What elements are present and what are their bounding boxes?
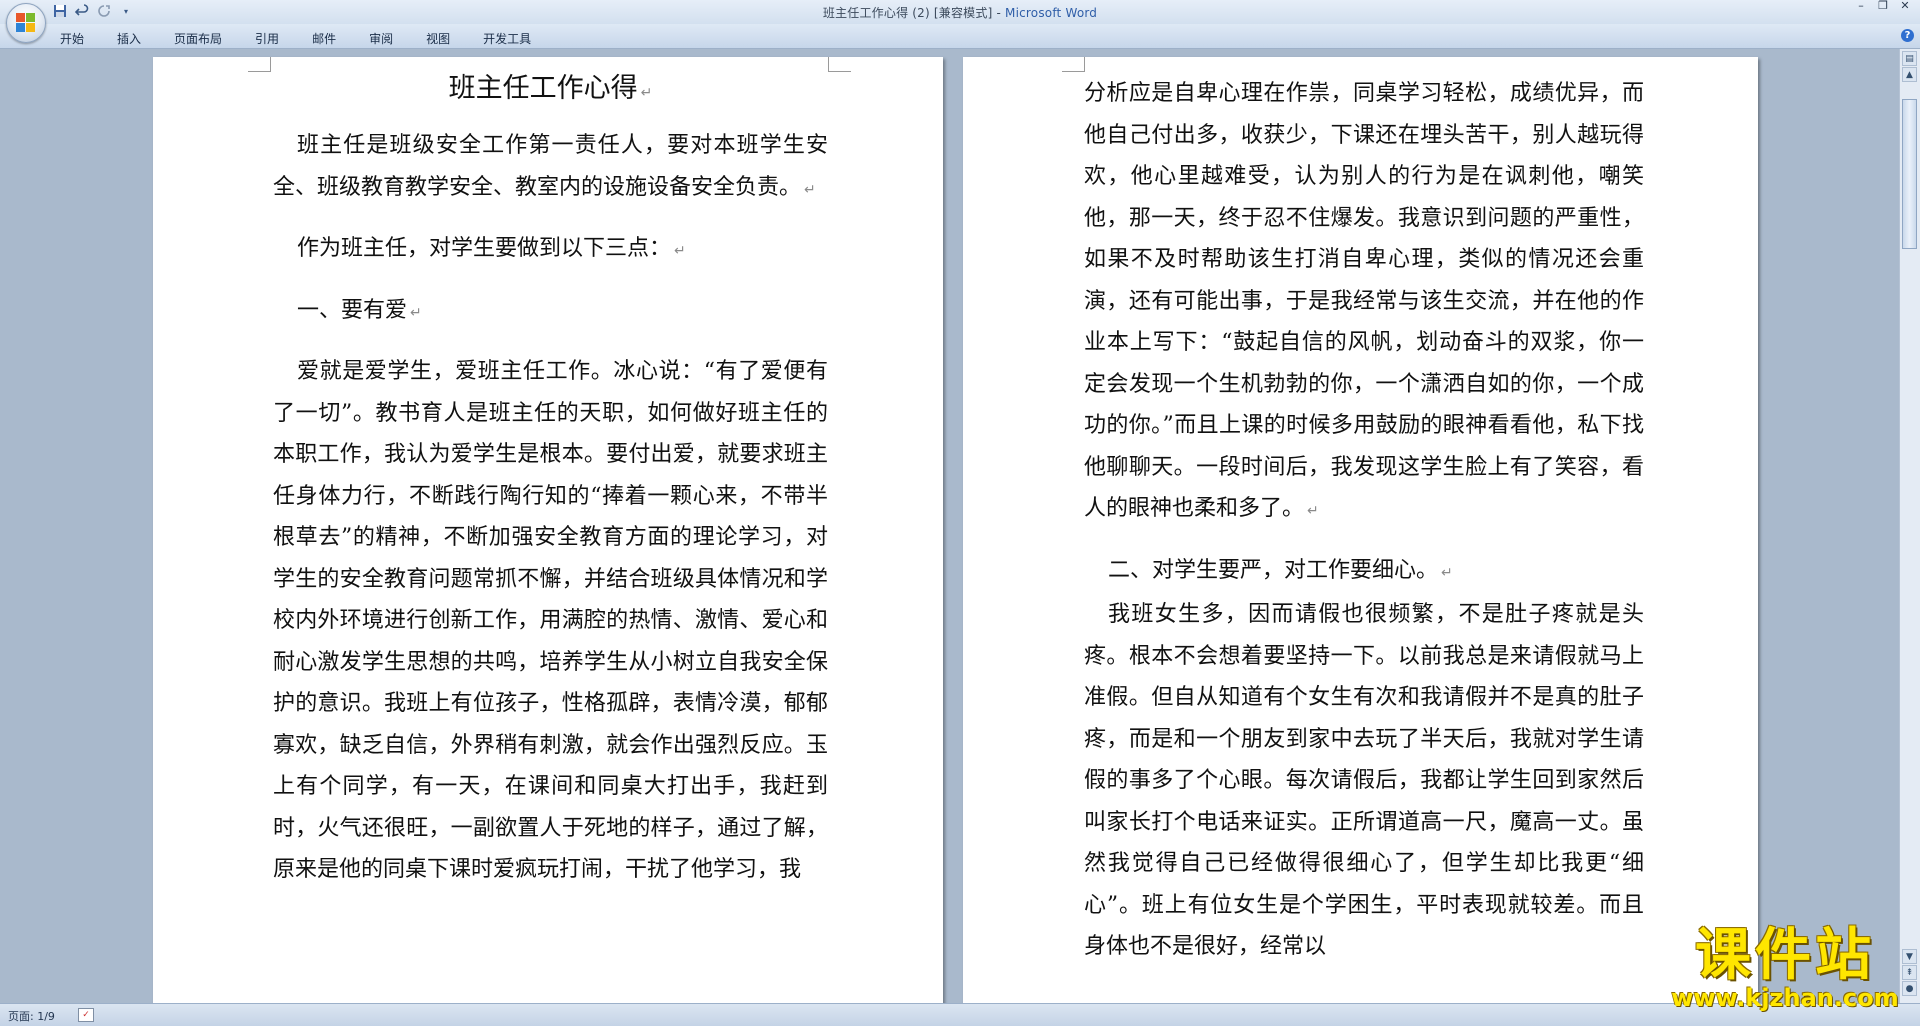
spellcheck-icon[interactable]: ✓ bbox=[78, 1008, 94, 1022]
window-controls: – ❐ ✕ bbox=[1850, 0, 1916, 14]
tab-insert[interactable]: 插入 bbox=[117, 30, 141, 47]
office-logo-icon bbox=[16, 13, 36, 33]
page-text: 分析应是自卑心理在作祟，同桌学习轻松，成绩优异，而他自己付出多，收获少，下课还在… bbox=[1084, 73, 1644, 968]
paragraph-mark: ↵ bbox=[1441, 564, 1453, 581]
paragraph: 爱就是爱学生，爱班主任工作。冰心说：“有了爱便有了一切”。教书育人是班主任的天职… bbox=[273, 359, 828, 882]
paragraph-mark: ↵ bbox=[804, 181, 816, 198]
margin-corner-mark bbox=[1062, 57, 1085, 72]
minimize-button[interactable]: – bbox=[1850, 0, 1872, 14]
help-icon[interactable]: ? bbox=[1901, 29, 1914, 42]
document-title: 班主任工作心得 ↵ bbox=[448, 73, 653, 104]
tab-page-layout[interactable]: 页面布局 bbox=[174, 30, 222, 47]
paragraph-mark: ↵ bbox=[640, 85, 653, 101]
paragraph: 作为班主任，对学生要做到以下三点： ↵ bbox=[297, 236, 686, 261]
paragraph-mark: ↵ bbox=[1307, 503, 1319, 519]
restore-button[interactable]: ❐ bbox=[1872, 0, 1894, 14]
tab-review[interactable]: 审阅 bbox=[369, 30, 393, 47]
tab-references[interactable]: 引用 bbox=[255, 30, 279, 47]
ribbon: 开始 插入 页面布局 引用 邮件 审阅 视图 开发工具 ? bbox=[0, 24, 1920, 49]
scroll-down-icon[interactable]: ▼ bbox=[1902, 949, 1917, 964]
margin-corner-mark bbox=[828, 57, 851, 72]
section-heading: 二、对学生要严，对工作要细心。 ↵ bbox=[1108, 557, 1453, 583]
title-bar: ▾ 班主任工作心得 (2) [兼容模式] - Microsoft Word – … bbox=[0, 0, 1920, 24]
document-page-2[interactable]: 分析应是自卑心理在作祟，同桌学习轻松，成绩优异，而他自己付出多，收获少，下课还在… bbox=[963, 57, 1758, 1003]
ruler-toggle-icon[interactable]: ▤ bbox=[1902, 51, 1917, 66]
tab-view[interactable]: 视图 bbox=[426, 30, 450, 47]
paragraph: 分析应是自卑心理在作祟，同桌学习轻松，成绩优异，而他自己付出多，收获少，下课还在… bbox=[1084, 81, 1644, 521]
scroll-up-icon[interactable]: ▲ bbox=[1902, 67, 1917, 82]
close-button[interactable]: ✕ bbox=[1894, 0, 1916, 14]
paragraph-mark: ↵ bbox=[410, 304, 422, 321]
paragraph-mark: ↵ bbox=[674, 243, 686, 259]
tab-developer[interactable]: 开发工具 bbox=[483, 30, 531, 47]
margin-corner-mark bbox=[248, 57, 271, 72]
status-bar: 页面: 1/9 ✓ bbox=[0, 1003, 1920, 1026]
document-page-1[interactable]: 班主任工作心得 ↵ 班主任是班级安全工作第一责任人，要对本班学生安全、班级教育教学… bbox=[153, 57, 943, 1003]
paragraph: 我班女生多，因而请假也很频繁，不是肚子疼就是头疼。根本不会想着要坚持一下。以前我… bbox=[1084, 602, 1644, 959]
scroll-thumb[interactable] bbox=[1902, 99, 1917, 249]
document-workspace: 班主任工作心得 ↵ 班主任是班级安全工作第一责任人，要对本班学生安全、班级教育教学… bbox=[0, 49, 1900, 1003]
page-text: 班主任工作心得 ↵ 班主任是班级安全工作第一责任人，要对本班学生安全、班级教育教学… bbox=[273, 69, 828, 891]
window-title: 班主任工作心得 (2) [兼容模式] - Microsoft Word bbox=[822, 6, 1098, 20]
watermark-logo-text: 课件站 bbox=[1695, 923, 1875, 988]
ribbon-tabs: 开始 插入 页面布局 引用 邮件 审阅 视图 开发工具 bbox=[60, 30, 564, 47]
site-watermark: 课件站 www.kjzhan.com bbox=[1668, 923, 1902, 1012]
browse-object-icon[interactable]: ● bbox=[1902, 981, 1917, 996]
paragraph: 班主任是班级安全工作第一责任人，要对本班学生安全、班级教育教学安全、教室内的设施… bbox=[273, 133, 828, 200]
office-button[interactable] bbox=[6, 3, 46, 43]
section-heading: 一、要有爱 ↵ bbox=[297, 297, 422, 323]
vertical-scrollbar[interactable]: ▤ ▲ ▼ ⇞ ● bbox=[1899, 49, 1920, 1003]
watermark-url: www.kjzhan.com bbox=[1671, 984, 1899, 1012]
page-count-status[interactable]: 页面: 1/9 bbox=[8, 1008, 55, 1024]
tab-mailings[interactable]: 邮件 bbox=[312, 30, 336, 47]
previous-page-icon[interactable]: ⇞ bbox=[1902, 965, 1917, 980]
tab-home[interactable]: 开始 bbox=[60, 30, 84, 47]
